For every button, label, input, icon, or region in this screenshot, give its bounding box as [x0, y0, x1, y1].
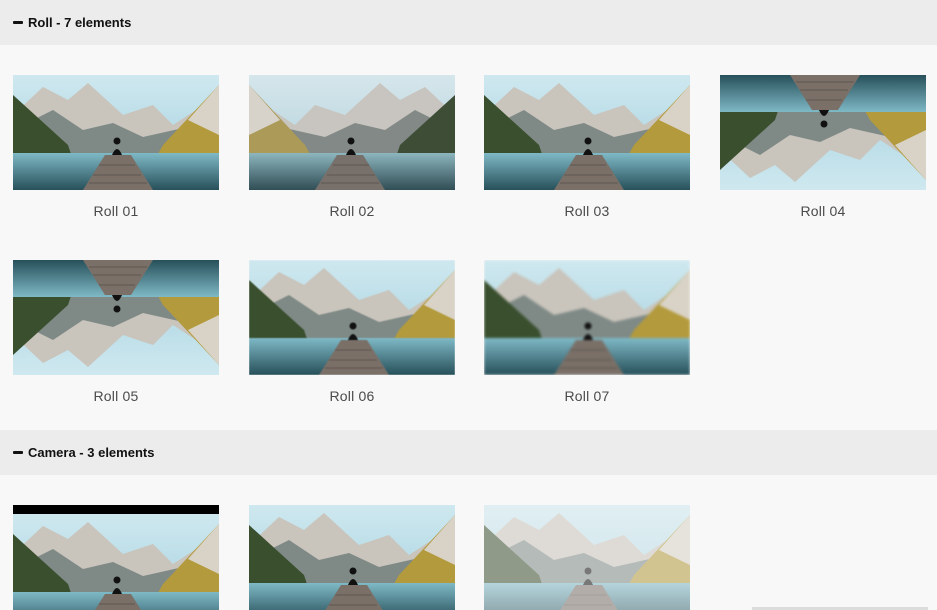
- lake-dock-image[interactable]: [249, 75, 455, 190]
- lake-dock-image[interactable]: [484, 75, 690, 190]
- section-header-roll[interactable]: Roll - 7 elements: [0, 0, 937, 45]
- tile-caption: Roll 07: [564, 388, 610, 404]
- lake-dock-image[interactable]: [13, 75, 219, 190]
- tile-caption: Roll 01: [93, 203, 139, 219]
- roll-tile[interactable]: Roll 04: [720, 75, 926, 219]
- minus-collapse-icon[interactable]: [13, 451, 23, 454]
- lake-dock-image[interactable]: [484, 505, 690, 610]
- section-title: Roll - 7 elements: [28, 15, 132, 30]
- camera-tile[interactable]: [484, 505, 690, 610]
- tile-caption: Roll 03: [564, 203, 610, 219]
- tile-caption: Roll 04: [800, 203, 846, 219]
- lake-dock-image[interactable]: [249, 260, 455, 375]
- roll-tile[interactable]: Roll 01: [13, 75, 219, 219]
- camera-grid: [0, 475, 937, 610]
- minus-collapse-icon[interactable]: [13, 21, 23, 24]
- roll-grid: Roll 01 Roll 02 Roll 03 Roll 04 Roll 05 …: [0, 45, 937, 430]
- tile-caption: Roll 06: [329, 388, 375, 404]
- lake-dock-image[interactable]: [13, 505, 219, 610]
- section-header-camera[interactable]: Camera - 3 elements: [0, 430, 937, 475]
- roll-tile[interactable]: Roll 03: [484, 75, 690, 219]
- tile-caption: Roll 02: [329, 203, 375, 219]
- lake-dock-image[interactable]: [720, 75, 926, 190]
- camera-tile[interactable]: [13, 505, 219, 610]
- lake-dock-image[interactable]: [249, 505, 455, 610]
- roll-tile[interactable]: Roll 05: [13, 260, 219, 404]
- roll-tile[interactable]: Roll 07: [484, 260, 690, 404]
- camera-tile[interactable]: [249, 505, 455, 610]
- roll-tile[interactable]: Roll 06: [249, 260, 455, 404]
- roll-tile[interactable]: Roll 02: [249, 75, 455, 219]
- tile-caption: Roll 05: [93, 388, 139, 404]
- lake-dock-image[interactable]: [13, 260, 219, 375]
- section-title: Camera - 3 elements: [28, 445, 155, 460]
- lake-dock-image[interactable]: [484, 260, 690, 375]
